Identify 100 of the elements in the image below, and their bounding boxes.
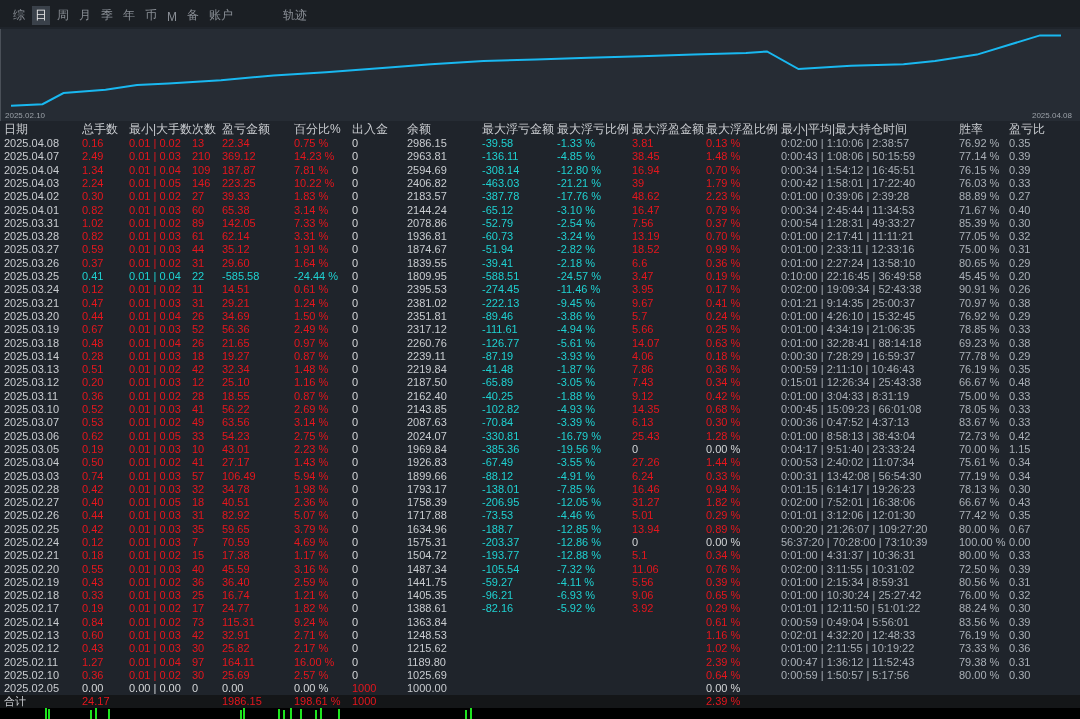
win-rate-cell-text: 83.67 % xyxy=(959,417,1001,429)
lots-cell-text: 0.60 xyxy=(82,630,105,642)
column-header: 最大浮亏金额 xyxy=(482,123,555,136)
cash-flow-cell-text: 0 xyxy=(352,510,360,522)
trades-cell-text: 33 xyxy=(192,430,206,442)
win-rate-cell-text: 73.33 % xyxy=(959,643,1001,655)
period-tab[interactable]: 月 xyxy=(76,6,94,26)
period-tab[interactable]: 币 xyxy=(142,6,160,26)
max-profit-cell-text: 7.56 xyxy=(632,217,655,229)
trades-cell-text: 42 xyxy=(192,364,206,376)
max-loss-percent-cell-text: -1.88 % xyxy=(557,390,596,402)
pnl-cell-text: 21.65 xyxy=(222,337,251,349)
max-profit-percent-cell-text: 1.44 % xyxy=(706,457,742,469)
lots-cell-text: 0.67 xyxy=(82,324,105,336)
trades-cell-text: 210 xyxy=(192,151,212,163)
date-cell-text: 2025.03.04 xyxy=(4,457,61,469)
max-loss-percent-cell-text: -3.10 % xyxy=(557,204,596,216)
column-header: 日期 xyxy=(4,123,29,136)
max-loss-percent-cell-text: -12.88 % xyxy=(557,550,603,562)
win-rate-cell-text: 85.39 % xyxy=(959,217,1001,229)
pnl-percent-cell-text: 7.81 % xyxy=(294,164,330,176)
balance-cell-text: 2183.57 xyxy=(407,191,448,203)
win-rate-cell-text: 75.00 % xyxy=(959,390,1001,402)
balance-cell-text: 1189.80 xyxy=(407,656,447,668)
date-cell-text: 2025.03.18 xyxy=(4,337,61,349)
balance-cell-text: 1487.34 xyxy=(407,563,448,575)
pl-ratio-cell-text: 0.33 xyxy=(1009,177,1032,189)
max-loss-cell-text: -463.03 xyxy=(482,177,521,189)
win-rate-cell-text: 76.15 % xyxy=(959,164,1001,176)
max-profit-percent-cell-text: 0.79 % xyxy=(706,204,742,216)
period-tab[interactable]: 轨迹 xyxy=(280,6,310,26)
max-profit-cell-text: 25.43 xyxy=(632,430,661,442)
pnl-cell-text: 35.12 xyxy=(222,244,251,256)
period-tab[interactable]: 综 xyxy=(10,6,28,26)
max-profit-cell-text: 13.19 xyxy=(632,231,661,243)
max-loss-percent-cell-text: -5.61 % xyxy=(557,337,596,349)
lot-range-cell-text: 0.01 | 0.02 xyxy=(129,669,182,681)
max-profit-cell-text: 4.06 xyxy=(632,350,655,362)
cash-flow-cell-text: 0 xyxy=(352,390,360,402)
pnl-percent-cell-text: 2.57 % xyxy=(294,669,330,681)
hold-time-cell-text: 0:00:45 | 15:09:23 | 66:01:08 xyxy=(781,404,923,415)
date-cell-text: 2025.03.26 xyxy=(4,257,61,269)
win-rate-cell-text: 78.13 % xyxy=(959,483,1001,495)
max-loss-percent-cell-text: -4.11 % xyxy=(557,576,596,588)
cash-flow-cell-text: 0 xyxy=(352,297,360,309)
date-cell-text: 2025.04.04 xyxy=(4,164,61,176)
pl-ratio-cell-text: 0.27 xyxy=(1009,191,1032,203)
hold-time-cell-text: 0:01:00 | 4:34:19 | 21:06:35 xyxy=(781,324,917,336)
max-loss-cell-text: -89.46 xyxy=(482,310,515,322)
hold-time-cell-text: 0:15:01 | 12:26:34 | 25:43:38 xyxy=(781,377,923,389)
pl-ratio-cell-text: 0.35 xyxy=(1009,138,1032,150)
date-cell-text: 2025.02.19 xyxy=(4,576,61,588)
period-tab[interactable]: 年 xyxy=(120,6,138,26)
balance-cell-text: 2406.82 xyxy=(407,177,448,189)
date-cell-text: 2025.02.12 xyxy=(4,643,61,655)
period-tab[interactable]: M xyxy=(164,9,180,26)
max-loss-percent-cell-text: -3.39 % xyxy=(557,417,596,429)
max-profit-percent-cell-text: 0.65 % xyxy=(706,590,742,602)
lot-range-cell-text: 0.01 | 0.03 xyxy=(129,443,182,455)
lot-range-cell-text: 0.01 | 0.03 xyxy=(129,510,182,522)
period-tab[interactable]: 季 xyxy=(98,6,116,26)
pnl-cell-text: 40.51 xyxy=(222,497,251,509)
lot-range-cell-text: 0.01 | 0.02 xyxy=(129,364,182,376)
trades-cell-text: 97 xyxy=(192,656,206,668)
balance-cell-text: 2395.53 xyxy=(407,284,448,296)
cash-flow-cell-text: 0 xyxy=(352,590,360,602)
lots-cell-text: 0.55 xyxy=(82,563,105,575)
max-profit-cell-text: 5.1 xyxy=(632,550,649,562)
lots-cell-text: 0.18 xyxy=(82,550,105,562)
pl-ratio-cell-text: 0.67 xyxy=(1009,523,1032,535)
win-rate-cell-text: 88.89 % xyxy=(959,191,1001,203)
column-header: 出入金 xyxy=(352,123,389,136)
lot-range-cell-text: 0.01 | 0.02 xyxy=(129,417,182,429)
trades-cell-text: 18 xyxy=(192,497,206,509)
hold-time-cell-text: 0:01:00 | 4:26:10 | 15:32:45 xyxy=(781,310,917,322)
period-tab[interactable]: 账户 xyxy=(206,6,236,26)
period-tab[interactable]: 备 xyxy=(184,6,202,26)
max-loss-percent-cell-text: -6.93 % xyxy=(557,590,596,602)
win-rate-cell-text: 76.92 % xyxy=(959,138,1001,150)
max-loss-cell-text: -41.48 xyxy=(482,364,515,376)
max-loss-percent-cell-text: -2.18 % xyxy=(557,257,596,269)
max-profit-cell-text: 9.67 xyxy=(632,297,655,309)
hold-time-cell-text: 0:00:36 | 0:47:52 | 4:37:13 xyxy=(781,417,911,429)
hold-time-cell-text: 0:04:17 | 9:51:40 | 23:33:24 xyxy=(781,443,917,455)
lot-range-cell-text: 0.01 | 0.03 xyxy=(129,377,182,389)
period-tab[interactable]: 周 xyxy=(54,6,72,26)
lots-cell-text: 0.42 xyxy=(82,483,105,495)
pnl-percent-cell-text: 5.94 % xyxy=(294,470,330,482)
trades-cell-text: 61 xyxy=(192,231,206,243)
lot-range-cell-text: 0.01 | 0.04 xyxy=(129,656,182,668)
lots-cell-text: 0.62 xyxy=(82,430,105,442)
pnl-cell-text: 16.74 xyxy=(222,590,251,602)
hold-time-cell-text: 0:00:53 | 2:40:02 | 11:07:34 xyxy=(781,457,916,469)
max-loss-cell-text: -385.36 xyxy=(482,443,521,455)
hold-time-cell-text: 0:00:20 | 21:26:07 | 109:27:20 xyxy=(781,523,929,535)
period-tab[interactable]: 日 xyxy=(32,6,50,26)
pnl-cell-text: 62.14 xyxy=(222,231,251,243)
max-profit-percent-cell-text: 0.30 % xyxy=(706,417,742,429)
max-profit-percent-cell-text: 0.00 % xyxy=(706,537,742,548)
lots-cell-text: 0.00 xyxy=(82,683,105,695)
